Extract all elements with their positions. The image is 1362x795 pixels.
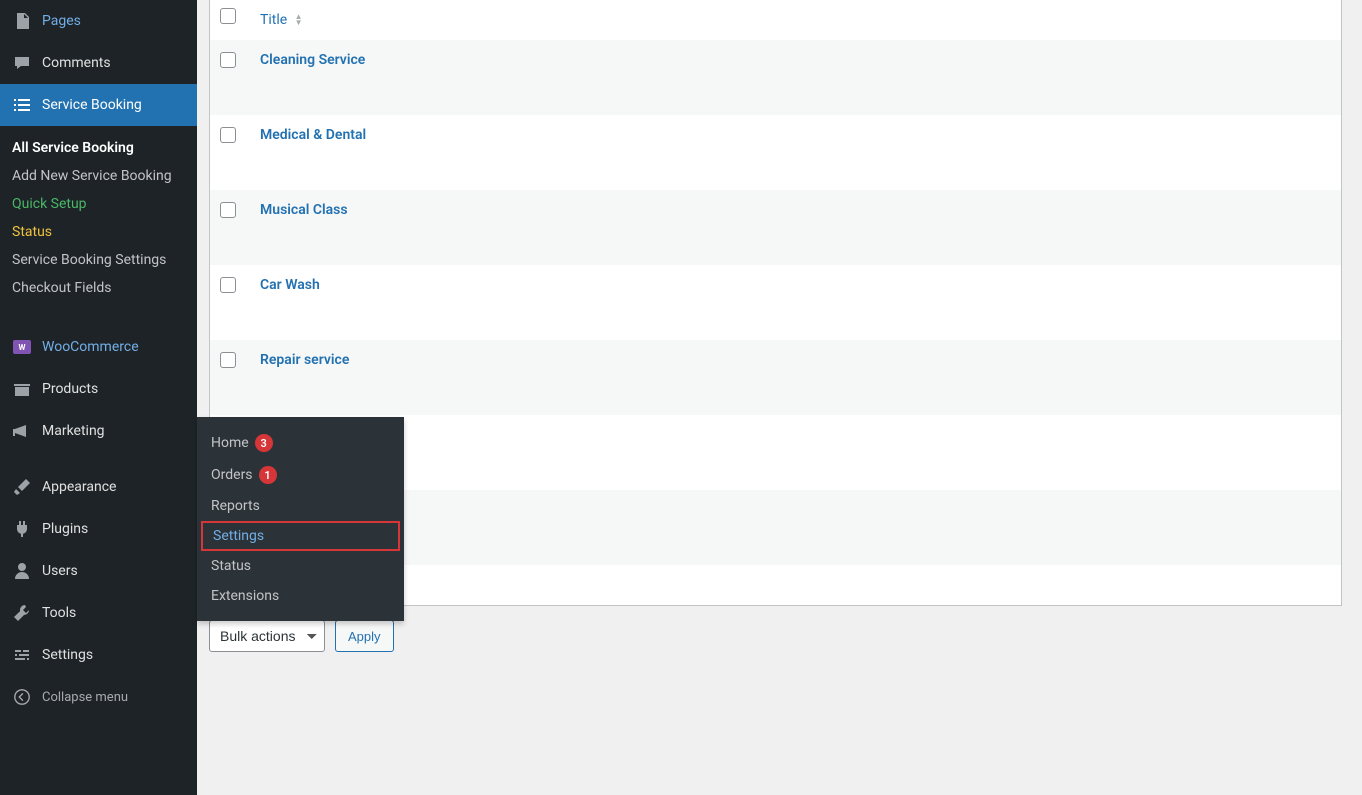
main-content: Title Cleaning Service Medical & Dental Mu…	[197, 0, 1362, 795]
brush-icon	[12, 477, 32, 497]
comments-icon	[12, 53, 32, 73]
row-title-link[interactable]: Cleaning Service	[260, 52, 365, 68]
column-header-title[interactable]: Title	[250, 0, 1341, 40]
row-checkbox[interactable]	[220, 127, 236, 143]
sidebar-item-comments[interactable]: Comments	[0, 42, 197, 84]
table-row: Musical Class	[210, 190, 1341, 265]
sidebar-label-tools: Tools	[42, 605, 76, 621]
row-checkbox[interactable]	[220, 202, 236, 218]
sidebar-label-comments: Comments	[42, 55, 111, 71]
submenu-sb-settings[interactable]: Service Booking Settings	[0, 246, 197, 274]
table-row: Car Wash	[210, 265, 1341, 340]
flyout-home-label: Home	[211, 435, 249, 451]
submenu-all-service-booking[interactable]: All Service Booking	[0, 134, 197, 162]
sidebar-label-appearance: Appearance	[42, 479, 116, 495]
sidebar-label-settings: Settings	[42, 647, 93, 663]
sidebar-item-woocommerce[interactable]: W WooCommerce	[0, 326, 197, 368]
submenu-add-new[interactable]: Add New Service Booking	[0, 162, 197, 190]
products-icon	[12, 379, 32, 399]
column-footer-title[interactable]: Title	[250, 565, 1341, 605]
sidebar-label-woocommerce: WooCommerce	[42, 339, 139, 355]
flyout-orders-label: Orders	[211, 467, 253, 483]
home-badge: 3	[255, 434, 273, 452]
row-title-link[interactable]: Musical Class	[260, 202, 348, 218]
user-icon	[12, 561, 32, 581]
tablenav-bottom: Bulk actions Apply	[209, 620, 1342, 652]
row-checkbox[interactable]	[220, 52, 236, 68]
collapse-icon	[12, 687, 32, 707]
title-header-text: Title	[260, 12, 287, 28]
sidebar-label-service-booking: Service Booking	[42, 97, 142, 113]
sidebar-item-tools[interactable]: Tools	[0, 592, 197, 634]
flyout-orders[interactable]: Orders 1	[197, 459, 404, 491]
row-title-link[interactable]: Car Wash	[260, 277, 320, 293]
sidebar-label-users: Users	[42, 563, 78, 579]
sidebar-label-products: Products	[42, 381, 98, 397]
table-row: Cleaning Service	[210, 40, 1341, 115]
row-title-link[interactable]: Medical & Dental	[260, 127, 366, 143]
sidebar-label-pages: Pages	[42, 13, 81, 29]
sidebar-item-pages[interactable]: Pages	[0, 0, 197, 42]
service-booking-submenu: All Service Booking Add New Service Book…	[0, 126, 197, 312]
sidebar-label-marketing: Marketing	[42, 423, 105, 439]
row-checkbox[interactable]	[220, 277, 236, 293]
sidebar-label-plugins: Plugins	[42, 521, 88, 537]
submenu-quick-setup[interactable]: Quick Setup	[0, 190, 197, 218]
flyout-extensions[interactable]: Extensions	[197, 581, 404, 611]
sidebar-item-products[interactable]: Products	[0, 368, 197, 410]
submenu-status[interactable]: Status	[0, 218, 197, 246]
sidebar-item-collapse[interactable]: Collapse menu	[0, 676, 197, 718]
sidebar-item-settings[interactable]: Settings	[0, 634, 197, 676]
sidebar-item-service-booking[interactable]: Service Booking	[0, 84, 197, 126]
flyout-settings[interactable]: Settings	[201, 521, 400, 551]
megaphone-icon	[12, 421, 32, 441]
submenu-checkout-fields[interactable]: Checkout Fields	[0, 274, 197, 302]
table-row: Medical & Dental	[210, 115, 1341, 190]
sidebar-item-users[interactable]: Users	[0, 550, 197, 592]
orders-badge: 1	[259, 466, 277, 484]
sidebar-item-plugins[interactable]: Plugins	[0, 508, 197, 550]
row-checkbox[interactable]	[220, 352, 236, 368]
flyout-reports[interactable]: Reports	[197, 491, 404, 521]
table-row: Repair service	[210, 340, 1341, 415]
woocommerce-icon: W	[12, 337, 32, 357]
wrench-icon	[12, 603, 32, 623]
plugin-icon	[12, 519, 32, 539]
flyout-status[interactable]: Status	[197, 551, 404, 581]
list-icon	[12, 95, 32, 115]
row-title-link[interactable]: Repair service	[260, 352, 349, 368]
woocommerce-flyout: Home 3 Orders 1 Reports Settings Status …	[197, 417, 404, 621]
sidebar-item-appearance[interactable]: Appearance	[0, 466, 197, 508]
select-all-checkbox-top[interactable]	[220, 8, 236, 24]
bulk-action-select[interactable]: Bulk actions	[209, 620, 325, 652]
apply-button[interactable]: Apply	[335, 620, 394, 652]
admin-sidebar: Pages Comments Service Booking All Servi…	[0, 0, 197, 795]
sidebar-label-collapse: Collapse menu	[42, 690, 128, 705]
sidebar-item-marketing[interactable]: Marketing	[0, 410, 197, 452]
sort-icon	[295, 14, 303, 26]
pages-icon	[12, 11, 32, 31]
sliders-icon	[12, 645, 32, 665]
flyout-home[interactable]: Home 3	[197, 427, 404, 459]
